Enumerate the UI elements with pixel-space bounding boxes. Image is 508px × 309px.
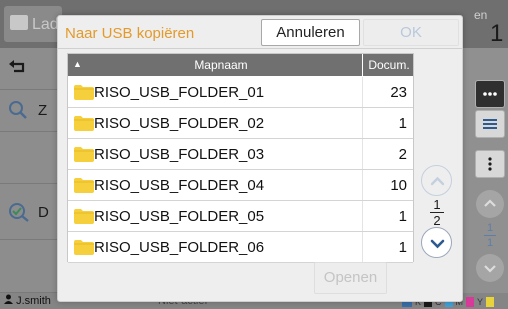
background-tab-label: Lad [32,16,59,33]
folder-icon [74,209,94,224]
folder-icon [74,147,94,162]
user-name: J.smith [16,295,51,307]
background-scroll-up-button[interactable] [476,190,504,218]
folder-name: RISO_USB_FOLDER_01 [94,84,265,101]
toner-label-y: Y [477,296,484,307]
table-row[interactable]: RISO_USB_FOLDER_02 1 [68,108,413,139]
background-scroll-down-button[interactable] [476,254,504,282]
column-divider [362,77,363,107]
more-vertical-button[interactable] [475,150,505,178]
folder-icon [74,240,94,255]
folder-icon [74,178,94,193]
list-view-button[interactable] [475,110,505,138]
chevron-down-icon [484,265,496,273]
folder-icon [10,15,28,30]
column-divider [362,201,363,231]
folder-name: RISO_USB_FOLDER_02 [94,115,265,132]
background-page-fraction: 1 1 [480,222,500,249]
background-row-check[interactable]: D [0,184,64,240]
folder-icon [74,116,94,131]
background-top-right-label: en [474,8,488,22]
fraction-divider [484,235,496,236]
column-divider [362,170,363,200]
table-row[interactable]: RISO_USB_FOLDER_05 1 [68,201,413,232]
check-search-icon [8,202,30,227]
document-count: 1 [398,239,407,256]
column-divider [362,232,363,262]
chevron-up-icon [430,176,445,186]
folder-name: RISO_USB_FOLDER_06 [94,239,265,256]
table-row[interactable]: RISO_USB_FOLDER_01 23 [68,77,413,108]
background-row-empty [0,132,64,184]
document-count: 1 [398,115,407,132]
ok-button[interactable]: OK [363,19,459,46]
column-divider [362,108,363,138]
folder-name: RISO_USB_FOLDER_04 [94,177,265,194]
background-page-total: 1 [486,237,494,249]
dialog-header: Naar USB kopiëren Annuleren OK [58,16,462,49]
more-horizontal-button[interactable] [475,80,505,108]
page-total: 2 [433,213,441,228]
column-header-folder-name[interactable]: Mapnaam [80,58,362,72]
page-indicator: 1 2 [428,198,446,227]
user-icon [4,294,13,304]
document-count: 1 [398,208,407,225]
table-header: ▲ Mapnaam Docum. [68,54,413,76]
toner-bar-m [466,296,475,307]
more-horizontal-icon [482,87,498,101]
chevron-up-icon [484,199,496,207]
background-row-back[interactable] [0,48,64,90]
background-top-right-number: 1 [490,20,504,47]
more-vertical-icon [482,157,498,171]
copy-to-usb-dialog: Naar USB kopiëren Annuleren OK ▲ Mapnaam… [57,15,463,302]
background-row-empty [0,240,64,293]
back-arrow-icon [8,58,26,79]
user-indicator: J.smith [4,294,51,307]
column-divider [362,54,363,76]
folder-icon [74,85,94,100]
background-page-current: 1 [486,222,494,234]
toner-bar-y [486,296,495,307]
document-count: 23 [390,84,407,101]
scroll-down-button[interactable] [421,227,452,258]
folder-name: RISO_USB_FOLDER_05 [94,208,265,225]
background-row-letter: Z [38,102,48,119]
dialog-title: Naar USB kopiëren [65,25,195,42]
folder-table: ▲ Mapnaam Docum. RISO_USB_FOLDER_01 23 R… [67,53,414,263]
page-current: 1 [433,197,441,212]
document-count: 10 [390,177,407,194]
list-icon [482,117,498,131]
folder-name: RISO_USB_FOLDER_03 [94,146,265,163]
background-tab[interactable]: Lad [4,6,62,42]
column-divider [362,139,363,169]
search-icon [8,100,28,125]
column-header-documents[interactable]: Docum. [364,58,414,72]
table-row[interactable]: RISO_USB_FOLDER_06 1 [68,232,413,263]
table-row[interactable]: RISO_USB_FOLDER_04 10 [68,170,413,201]
background-row-search[interactable]: Z [0,90,64,132]
open-button[interactable]: Openen [314,262,387,294]
background-row-letter: D [38,204,49,221]
cancel-button[interactable]: Annuleren [261,19,360,46]
document-count: 2 [398,146,407,163]
chevron-down-icon [430,239,445,249]
table-row[interactable]: RISO_USB_FOLDER_03 2 [68,139,413,170]
scroll-up-button[interactable] [421,165,452,196]
